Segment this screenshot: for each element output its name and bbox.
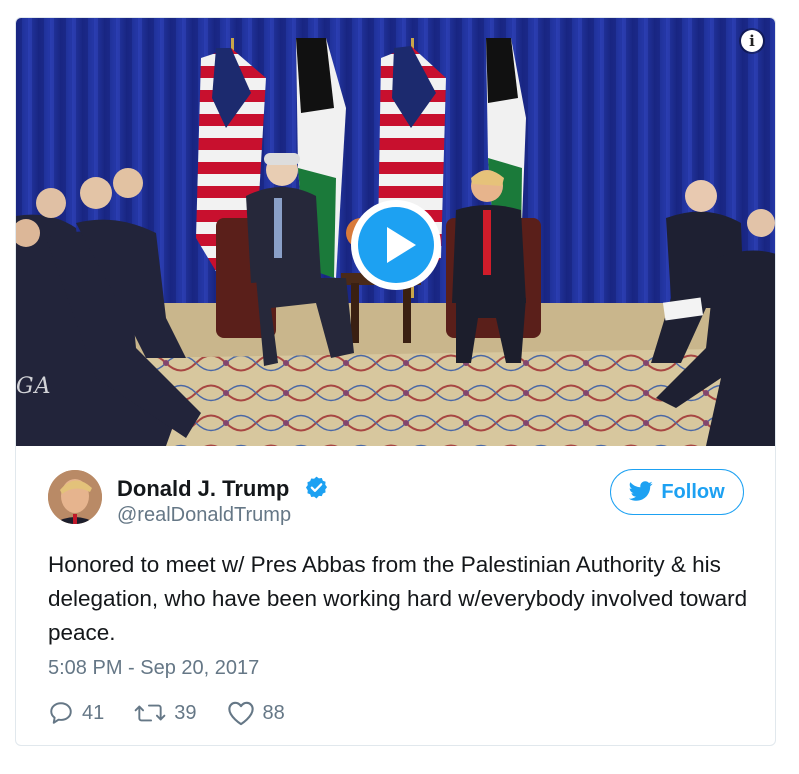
- tweet-timestamp[interactable]: 5:08 PM - Sep 20, 2017: [48, 657, 259, 680]
- reply-icon: [50, 702, 72, 724]
- avatar-image: [48, 470, 102, 524]
- follow-button[interactable]: Follow: [610, 469, 744, 515]
- like-count: 88: [262, 701, 285, 724]
- heart-icon: [227, 701, 254, 726]
- tweet-actions: 41 39 88: [48, 698, 315, 728]
- verified-badge-icon: [305, 476, 328, 499]
- like-action[interactable]: 88: [227, 700, 285, 726]
- retweet-count: 39: [174, 701, 197, 724]
- video-watermark: GA: [16, 374, 52, 399]
- retweet-icon: [134, 704, 166, 722]
- avatar[interactable]: [48, 470, 102, 524]
- video-thumbnail[interactable]: i GA: [16, 18, 775, 446]
- tweet-text: Honored to meet w/ Pres Abbas from the P…: [48, 552, 748, 645]
- reply-count: 41: [82, 701, 105, 724]
- play-icon: [358, 207, 434, 283]
- twitter-bird-icon: [629, 481, 653, 501]
- reply-action[interactable]: 41: [48, 700, 104, 726]
- author-name[interactable]: Donald J. Trump: [117, 476, 289, 502]
- info-icon[interactable]: i: [741, 30, 763, 52]
- follow-label: Follow: [661, 480, 725, 503]
- play-button[interactable]: [351, 200, 441, 290]
- retweet-action[interactable]: 39: [134, 700, 197, 726]
- tweet-card[interactable]: i GA Donald J. Trump @realDonaldTrump Fo…: [15, 17, 776, 746]
- author-handle[interactable]: @realDonaldTrump: [117, 504, 291, 527]
